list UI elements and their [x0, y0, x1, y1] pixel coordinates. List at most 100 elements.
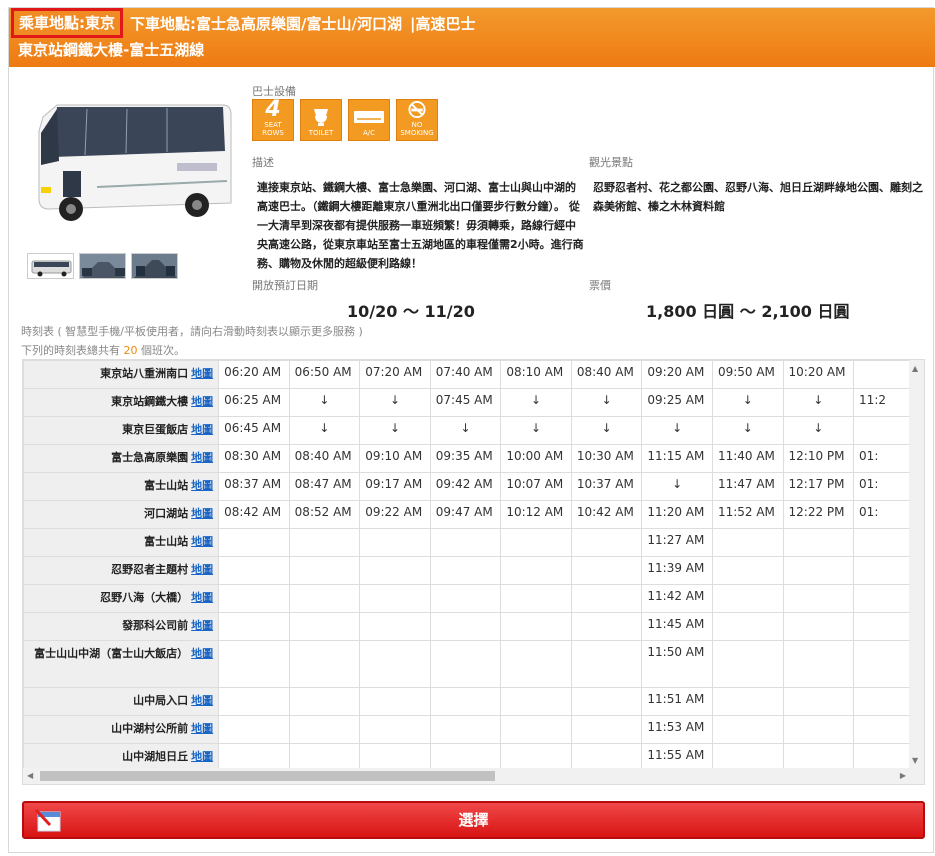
stop-name: 山中湖旭日丘	[122, 750, 189, 763]
departure-time-cell: 10:12 AM	[500, 500, 572, 529]
departure-time-cell	[782, 715, 855, 744]
vertical-scrollbar[interactable]: ▲ ▼	[909, 360, 924, 769]
departure-time-cell	[359, 584, 431, 613]
map-link[interactable]: 地圖	[191, 535, 213, 548]
map-link[interactable]: 地圖	[191, 591, 213, 604]
booking-period-value: 10/20 ～ 11/20	[347, 302, 475, 321]
departure-time-cell: 09:25 AM	[641, 388, 713, 417]
no-smoking-icon: NO SMOKING	[396, 99, 438, 141]
departure-time-cell: ↓	[641, 416, 713, 445]
departure-time-cell: 11:15 AM	[641, 444, 713, 473]
scroll-right-icon[interactable]: ▶	[900, 771, 906, 780]
departure-time-cell	[570, 743, 643, 769]
departure-time-cell: ↓	[429, 416, 502, 445]
departure-time-cell	[711, 687, 784, 716]
map-link[interactable]: 地圖	[191, 395, 213, 408]
timetable-row: 東京巨蛋飯店 地圖 06:45 AM ↓ ↓ ↓ ↓ ↓ ↓ ↓ ↓	[23, 416, 910, 445]
departure-time-cell	[711, 612, 784, 641]
departure-time-cell: 11:45 AM	[641, 612, 713, 641]
departure-time-cell: ↓	[711, 416, 784, 445]
departure-time-cell: 11:2	[853, 388, 910, 417]
departure-time-cell	[711, 715, 784, 744]
stop-name-cell: 河口湖站 地圖	[23, 500, 220, 529]
stop-name-cell: 忍野八海（大橋） 地圖	[23, 584, 220, 613]
departure-time-cell	[429, 640, 502, 688]
departure-time-cell	[500, 640, 572, 688]
departure-time-cell: 10:42 AM	[570, 500, 643, 529]
departure-time-cell	[288, 743, 361, 769]
departure-time-cell	[429, 687, 502, 716]
departure-time-cell	[782, 584, 855, 613]
departure-time-cell	[570, 715, 643, 744]
departure-time-cell	[570, 612, 643, 641]
map-link[interactable]: 地圖	[191, 367, 213, 380]
departure-time-cell: 10:07 AM	[500, 472, 572, 501]
departure-time-cell	[429, 743, 502, 769]
departure-time-cell: 08:40 AM	[288, 444, 361, 473]
facility-icons: 4 SEAT ROWS TOILET A/C NO SMOKING	[252, 99, 438, 141]
timetable: 東京站八重洲南口 地圖 06:20 AM 06:50 AM 07:20 AM 07:40 …	[23, 360, 910, 769]
thumbnail-exterior[interactable]	[27, 253, 74, 279]
stop-name: 忍野忍者主題村	[111, 563, 189, 576]
timetable-row: 東京站八重洲南口 地圖 06:20 AM 06:50 AM 07:20 AM 07:40 …	[23, 360, 910, 389]
departure-time-cell	[853, 715, 910, 744]
bus-type-label: |高速巴士	[409, 14, 476, 33]
thumbnail-interior-1[interactable]	[79, 253, 126, 279]
map-link[interactable]: 地圖	[191, 507, 213, 520]
map-link[interactable]: 地圖	[191, 619, 213, 632]
departure-time-cell	[429, 556, 502, 585]
departure-time-cell	[853, 640, 910, 688]
departure-time-cell: 08:30 AM	[218, 444, 290, 473]
map-link[interactable]: 地圖	[191, 694, 213, 707]
stop-name-cell: 山中湖旭日丘 地圖	[23, 743, 220, 769]
map-link[interactable]: 地圖	[191, 722, 213, 735]
departure-time-cell	[782, 687, 855, 716]
scroll-down-icon[interactable]: ▼	[912, 756, 918, 765]
departure-time-cell: 07:45 AM	[429, 388, 502, 417]
four-seat-rows-icon: 4 SEAT ROWS	[252, 99, 294, 141]
departure-time-cell	[429, 528, 502, 557]
map-link[interactable]: 地圖	[191, 647, 213, 660]
departure-time-cell	[288, 612, 361, 641]
departure-time-cell	[359, 743, 431, 769]
departure-time-cell: ↓	[288, 388, 361, 417]
departure-time-cell: 11:47 AM	[711, 472, 784, 501]
stop-name-cell: 富士山站 地圖	[23, 528, 220, 557]
horizontal-scroll-thumb[interactable]	[40, 771, 495, 781]
departure-time-cell: 11:52 AM	[711, 500, 784, 529]
departure-time-cell: 11:40 AM	[711, 444, 784, 473]
origin-label: 乘車地點:東京	[11, 8, 123, 38]
departure-time-cell: 09:42 AM	[429, 472, 502, 501]
horizontal-scrollbar[interactable]: ◀ ▶	[23, 768, 910, 784]
map-link[interactable]: 地圖	[191, 479, 213, 492]
timetable-scroll-area[interactable]: 東京站八重洲南口 地圖 06:20 AM 06:50 AM 07:20 AM 07:40 …	[22, 359, 925, 785]
route-header: 乘車地點:東京 下車地點:富士急高原樂園/富士山/河口湖 |高速巴士 東京站鋼鐵…	[9, 8, 935, 67]
map-link[interactable]: 地圖	[191, 423, 213, 436]
departure-time-cell: 09:10 AM	[359, 444, 431, 473]
scroll-left-icon[interactable]: ◀	[27, 771, 33, 780]
description-text: 連接東京站、鐵鋼大樓、富士急樂園、河口湖、富士山與山中湖的高速巴士。（鐵鋼大樓距…	[257, 181, 584, 270]
thumbnail-interior-2[interactable]	[131, 253, 178, 279]
map-link[interactable]: 地圖	[191, 750, 213, 763]
departure-time-cell: 12:17 PM	[782, 472, 855, 501]
departure-time-cell	[218, 715, 290, 744]
departure-time-cell: ↓	[641, 472, 713, 501]
departure-time-cell	[429, 715, 502, 744]
scroll-up-icon[interactable]: ▲	[912, 364, 918, 373]
departure-time-cell	[500, 687, 572, 716]
departure-time-cell: 01:	[853, 444, 910, 473]
stop-name: 富士山站	[144, 479, 189, 492]
map-link[interactable]: 地圖	[191, 451, 213, 464]
stop-name: 富士山山中湖（富士山大飯店）	[34, 647, 189, 660]
departure-time-cell	[570, 640, 643, 688]
select-button[interactable]: 選擇	[22, 801, 925, 839]
departure-time-cell: 09:35 AM	[429, 444, 502, 473]
timetable-row: 東京站鋼鐵大樓 地圖 06:25 AM ↓ ↓ 07:45 AM ↓ ↓ 09:25 AM ↓ ↓ 1…	[23, 388, 910, 417]
departure-time-cell: 11:27 AM	[641, 528, 713, 557]
departure-time-cell: 10:30 AM	[570, 444, 643, 473]
map-link[interactable]: 地圖	[191, 563, 213, 576]
departure-time-cell: 12:10 PM	[782, 444, 855, 473]
departure-time-cell: 06:20 AM	[218, 360, 290, 389]
departure-time-cell: 12:22 PM	[782, 500, 855, 529]
destination-label: 下車地點:富士急高原樂園/富士山/河口湖	[130, 14, 402, 33]
